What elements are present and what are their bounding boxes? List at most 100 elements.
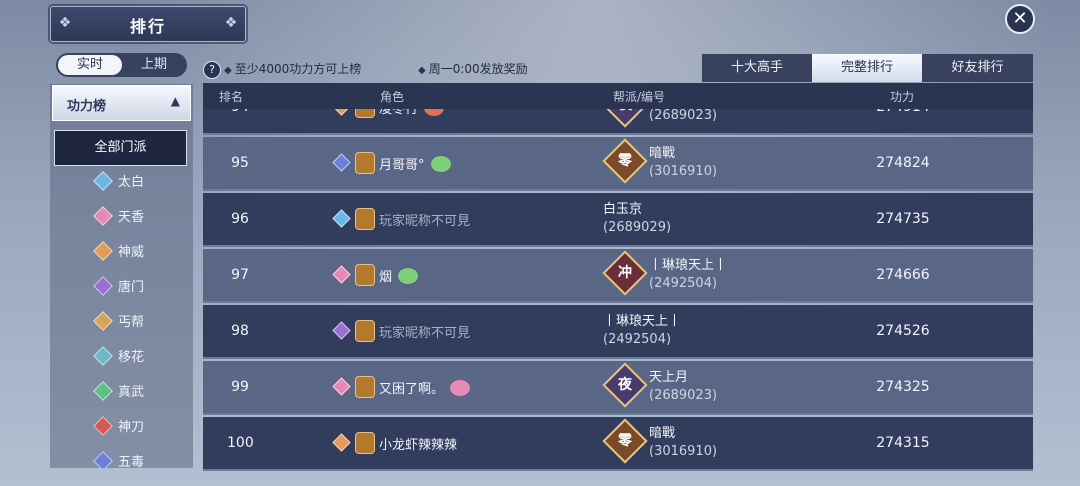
header-rank: 排名 bbox=[219, 90, 244, 104]
sect-gem-icon bbox=[93, 206, 113, 226]
sect-item-label: 移花 bbox=[118, 350, 145, 365]
guild-emblem-text: 零 bbox=[618, 433, 632, 449]
avatar-badge-icon bbox=[355, 376, 375, 398]
avatar-badge-icon bbox=[355, 320, 375, 342]
guild-emblem-icon: 冲 bbox=[602, 250, 648, 296]
guild-id: (2689029) bbox=[603, 220, 672, 235]
page-title: 排行 bbox=[129, 17, 166, 36]
guild-id: (3016910) bbox=[649, 164, 718, 179]
sect-item-label: 真武 bbox=[118, 385, 145, 400]
header-power: 功力 bbox=[890, 90, 915, 104]
sect-item[interactable]: 移花 bbox=[93, 346, 145, 370]
close-button[interactable]: ✕ bbox=[1005, 4, 1035, 34]
sect-item[interactable]: 真武 bbox=[93, 381, 145, 405]
sect-item-label: 神刀 bbox=[118, 420, 145, 435]
table-header: 排名 角色 帮派/编号 功力 bbox=[203, 83, 1033, 109]
sect-item[interactable]: 太白 bbox=[93, 171, 145, 195]
avatar-badge-icon bbox=[355, 264, 375, 286]
table-row[interactable]: 98 玩家昵称不可見 丨琳琅天上丨 (2492504) 274526 bbox=[203, 305, 1033, 359]
sect-item[interactable]: 五毒 bbox=[93, 451, 144, 468]
player-name-text: 凌冬行 bbox=[379, 109, 419, 117]
tab-top-ten[interactable]: 十大高手 bbox=[702, 54, 812, 82]
sect-item-label: 唐门 bbox=[118, 280, 145, 295]
requirement-text: 至少4000功力方可上榜 bbox=[234, 62, 362, 76]
rank-cell: 95 bbox=[231, 155, 249, 171]
player-name-text: 小龙虾辣辣辣 bbox=[379, 438, 458, 453]
table-row[interactable]: 100 小龙虾辣辣辣 零 暗戰 (3016910) 274315 bbox=[203, 417, 1033, 471]
sect-gem-icon bbox=[93, 276, 113, 296]
guild-id: (2492504) bbox=[649, 276, 718, 291]
sect-all-button[interactable]: 全部门派 bbox=[54, 130, 187, 166]
table-row[interactable]: 96 玩家昵称不可見 白玉京 (2689029) 274735 bbox=[203, 193, 1033, 247]
close-icon: ✕ bbox=[1012, 8, 1028, 29]
sect-gem-icon bbox=[332, 433, 351, 452]
power-cell: 274666 bbox=[876, 267, 930, 283]
tab-full-ranking[interactable]: 完整排行 bbox=[812, 54, 922, 82]
toggle-previous[interactable]: 上期 bbox=[122, 53, 186, 77]
sect-item-label: 太白 bbox=[118, 175, 145, 190]
requirement-note: ◆ 至少4000功力方可上榜 bbox=[224, 61, 361, 79]
player-name-text: 玩家昵称不可見 bbox=[379, 214, 471, 229]
guild-emblem-icon: 夜 bbox=[602, 362, 648, 408]
sect-gem-icon bbox=[93, 171, 113, 191]
player-name[interactable]: 玩家昵称不可見 bbox=[379, 210, 470, 229]
sect-item[interactable]: 神威 bbox=[93, 241, 144, 265]
pet-icon bbox=[424, 109, 445, 116]
avatar-badge-icon bbox=[355, 432, 375, 454]
sect-gem-icon bbox=[93, 311, 113, 331]
player-name-text: 又困了啊。 bbox=[379, 382, 445, 397]
guild-emblem-icon: 零 bbox=[602, 418, 648, 464]
player-name[interactable]: 又困了啊。 bbox=[379, 378, 471, 397]
rank-cell: 99 bbox=[231, 379, 249, 395]
sect-item[interactable]: 天香 bbox=[93, 206, 145, 230]
sect-gem-icon bbox=[332, 153, 351, 172]
pet-icon bbox=[450, 380, 471, 396]
player-name[interactable]: 月哥哥° bbox=[379, 154, 451, 173]
guild-emblem-text: 夜 bbox=[611, 109, 639, 119]
table-row[interactable]: 95 月哥哥° 零 暗戰 (3016910) 274824 bbox=[203, 137, 1033, 191]
sect-item-label: 天香 bbox=[118, 210, 145, 225]
sect-item-label: 丐帮 bbox=[118, 315, 145, 330]
table-row[interactable]: 99 又困了啊。 夜 天上月 (2689023) 274325 bbox=[203, 361, 1033, 415]
player-name[interactable]: 凌冬行 bbox=[379, 109, 445, 117]
power-cell: 274914 bbox=[853, 109, 953, 115]
power-cell: 274526 bbox=[876, 323, 930, 339]
sect-item[interactable]: 神刀 bbox=[93, 416, 145, 440]
player-name[interactable]: 玩家昵称不可見 bbox=[379, 322, 470, 341]
guild-name: 暗戰 bbox=[649, 146, 676, 161]
tab-friends-ranking[interactable]: 好友排行 bbox=[922, 54, 1033, 82]
sect-gem-icon bbox=[332, 209, 351, 228]
sect-item[interactable]: 唐门 bbox=[93, 276, 145, 300]
sect-gem-icon bbox=[332, 265, 351, 284]
table-row[interactable]: 97 烟 冲 丨琳琅天上丨 (2492504) 274666 bbox=[203, 249, 1033, 303]
guild-emblem-text: 夜 bbox=[618, 377, 632, 393]
sect-item[interactable]: 丐帮 bbox=[93, 311, 145, 335]
pet-icon bbox=[430, 156, 451, 172]
guild-emblem-icon: 零 bbox=[602, 138, 648, 184]
guild-emblem-text: 零 bbox=[618, 153, 632, 169]
sect-gem-icon bbox=[332, 321, 351, 340]
category-label: 功力榜 bbox=[67, 99, 107, 114]
toggle-current[interactable]: 实时 bbox=[58, 55, 122, 75]
player-name[interactable]: 烟 bbox=[379, 266, 419, 285]
guild-id: (2492504) bbox=[603, 332, 672, 347]
title-banner: ❖ 排行 ❖ bbox=[50, 6, 246, 42]
avatar-badge-icon bbox=[355, 152, 375, 174]
sect-gem-icon bbox=[93, 346, 113, 366]
diamond-icon: ◆ bbox=[418, 65, 426, 76]
pet-icon bbox=[398, 268, 419, 284]
table-row[interactable]: 94 凌冬行 夜 (2689023) 274914 bbox=[203, 109, 1033, 135]
guild-name: 丨琳琅天上丨 bbox=[603, 314, 682, 329]
rank-cell: 98 bbox=[231, 323, 249, 339]
diamond-icon: ◆ bbox=[224, 65, 232, 76]
period-toggle[interactable]: 实时 上期 bbox=[56, 53, 187, 77]
help-icon[interactable]: ? bbox=[203, 61, 221, 79]
category-dropdown[interactable]: 功力榜 ▲ bbox=[52, 85, 191, 121]
sect-gem-icon bbox=[93, 241, 113, 261]
sect-gem-icon bbox=[93, 416, 113, 436]
header-role: 角色 bbox=[380, 90, 405, 104]
sect-gem-icon bbox=[93, 381, 113, 401]
player-name[interactable]: 小龙虾辣辣辣 bbox=[379, 434, 457, 453]
reward-note: ◆ 周一0:00发放奖励 bbox=[418, 61, 528, 79]
player-name-text: 烟 bbox=[379, 270, 393, 285]
